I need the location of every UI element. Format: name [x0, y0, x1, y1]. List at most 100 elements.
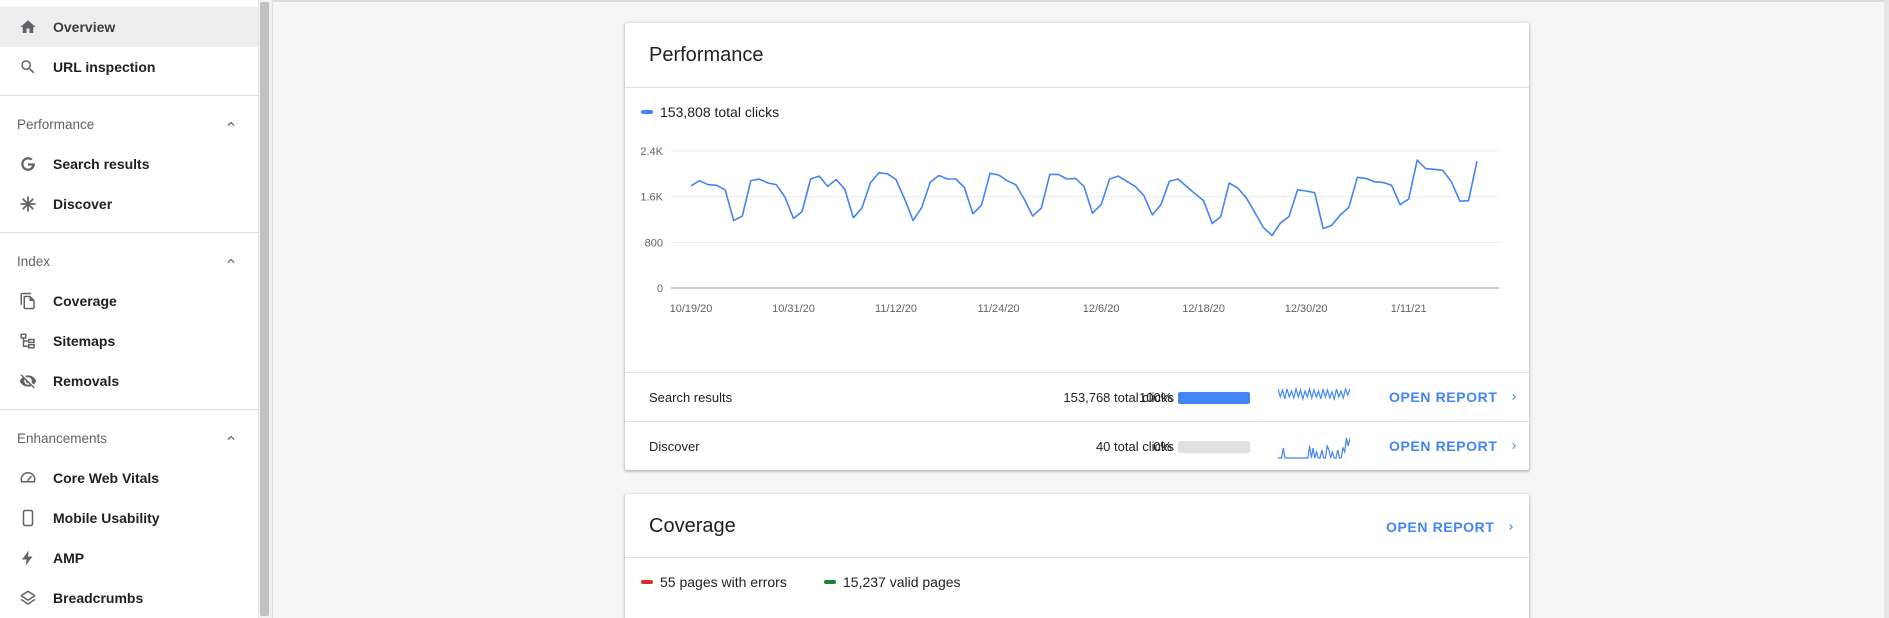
y-tick-label: 800 [645, 237, 663, 249]
open-report-label: OPEN REPORT [1386, 519, 1495, 535]
legend-label: 55 pages with errors [660, 574, 787, 590]
chevron-right-icon [1508, 524, 1513, 530]
main-left-border [272, 0, 273, 618]
section-header-index[interactable]: Index [0, 241, 258, 281]
clicks-line-chart: 0 800 1.6K 2.4K 10/19/20 10/31/20 11/12/20 11/2… [640, 146, 1499, 315]
section-title: Performance [17, 116, 95, 132]
open-report-discover-button[interactable]: OPEN REPORT [1389, 438, 1520, 454]
section-title: Enhancements [17, 430, 108, 446]
chevron-up-icon [227, 435, 235, 440]
sidebar-item-label: Sitemaps [53, 333, 116, 349]
open-report-search-results-button[interactable]: OPEN REPORT [1389, 389, 1520, 405]
table-row-discover: Discover 40 total clicks 0% OPEN REPORT [625, 422, 1529, 471]
sidebar-item-label: Core Web Vitals [53, 470, 160, 486]
row-percent: 100% [1139, 390, 1173, 405]
row-name: Search results [649, 390, 733, 405]
x-tick-label: 1/11/21 [1391, 303, 1427, 315]
sidebar-top-spacer [0, 0, 258, 7]
sidebar-item-amp[interactable]: AMP [0, 538, 258, 578]
chevron-up-icon [227, 258, 235, 263]
sparkline-search-results [1278, 386, 1350, 402]
sidebar-item-coverage[interactable]: Coverage [0, 281, 258, 321]
y-tick-label: 0 [657, 283, 663, 295]
asterisk-icon [18, 194, 38, 214]
coverage-legend-errors[interactable]: 55 pages with errors [641, 574, 787, 590]
sidebar: Overview URL inspection Performance Sear… [0, 0, 258, 618]
share-bar [1178, 441, 1250, 453]
performance-legend: 153,808 total clicks [641, 104, 779, 120]
sidebar-item-label: Search results [53, 156, 150, 172]
card-divider [625, 87, 1529, 88]
home-icon [18, 17, 38, 37]
open-report-coverage-button[interactable]: OPEN REPORT [1386, 519, 1517, 535]
sidebar-item-label: Overview [53, 19, 116, 35]
google-g-icon [18, 154, 38, 174]
sidebar-item-discover[interactable]: Discover [0, 184, 258, 224]
x-tick-label: 10/31/20 [772, 303, 815, 315]
open-report-label: OPEN REPORT [1389, 438, 1498, 454]
sparkline-discover [1278, 437, 1350, 459]
card-divider [625, 557, 1529, 558]
sidebar-item-label: Discover [53, 196, 113, 212]
sidebar-item-label: AMP [53, 550, 85, 566]
section-title: Index [17, 253, 51, 269]
section-header-performance[interactable]: Performance [0, 104, 258, 144]
legend-label: 153,808 total clicks [660, 104, 780, 120]
open-report-label: OPEN REPORT [1389, 389, 1498, 405]
row-percent: 0% [1153, 439, 1172, 454]
x-tick-label: 11/24/20 [978, 303, 1020, 315]
sidebar-item-label: Mobile Usability [53, 510, 160, 526]
row-name: Discover [649, 439, 700, 454]
eye-off-icon [18, 371, 38, 391]
table-row-search-results: Search results 153,768 total clicks 100%… [625, 373, 1529, 422]
sidebar-item-core-web-vitals[interactable]: Core Web Vitals [0, 458, 258, 498]
sidebar-item-removals[interactable]: Removals [0, 361, 258, 401]
sidebar-scrollbar-thumb[interactable] [260, 2, 269, 616]
sidebar-item-search-results[interactable]: Search results [0, 144, 258, 184]
sparkline-path [1278, 437, 1350, 459]
legend-swatch [641, 110, 653, 114]
gauge-icon [18, 468, 38, 488]
sidebar-item-mobile-usability[interactable]: Mobile Usability [0, 498, 258, 538]
chevron-up-icon [227, 121, 235, 126]
y-tick-label: 1.6K [640, 192, 663, 204]
sidebar-divider [0, 409, 258, 410]
coverage-legend-valid[interactable]: 15,237 valid pages [824, 574, 961, 590]
share-bar [1178, 392, 1250, 404]
x-tick-label: 10/19/20 [670, 303, 713, 315]
sidebar-item-label: Removals [53, 373, 120, 389]
coverage-card: Coverage OPEN REPORT 55 pages with error… [625, 494, 1529, 618]
sparkline-path [1278, 386, 1350, 402]
sidebar-item-overview[interactable]: Overview [0, 7, 258, 47]
sidebar-divider [0, 95, 258, 96]
pages-icon [18, 291, 38, 311]
bolt-icon [18, 548, 38, 568]
layers-icon [18, 588, 38, 608]
performance-card: Performance 153,808 total clicks 0 800 1.6… [625, 23, 1529, 470]
search-icon [18, 57, 38, 77]
legend-swatch-errors [641, 580, 653, 584]
sitemap-icon [18, 331, 38, 351]
x-tick-label: 12/30/20 [1285, 303, 1328, 315]
sidebar-item-sitemaps[interactable]: Sitemaps [0, 321, 258, 361]
y-tick-label: 2.4K [640, 146, 663, 158]
performance-title: Performance [649, 44, 764, 66]
legend-swatch-valid [824, 580, 836, 584]
sidebar-item-breadcrumbs[interactable]: Breadcrumbs [0, 578, 258, 618]
share-bar-fill [1178, 392, 1250, 404]
chevron-right-icon [1511, 443, 1516, 449]
phone-icon [18, 508, 38, 528]
top-border [273, 0, 1889, 2]
sidebar-item-label: Coverage [53, 293, 117, 309]
legend-label: 15,237 valid pages [843, 574, 961, 590]
section-header-enhancements[interactable]: Enhancements [0, 418, 258, 458]
x-tick-label: 11/12/20 [875, 303, 917, 315]
coverage-title: Coverage [649, 515, 736, 537]
sidebar-item-url-inspection[interactable]: URL inspection [0, 47, 258, 87]
main-scrollbar[interactable] [1884, 0, 1889, 618]
sidebar-divider [0, 232, 258, 233]
clicks-series-line [690, 159, 1478, 237]
sidebar-item-label: URL inspection [53, 59, 156, 75]
chevron-right-icon [1511, 394, 1516, 400]
x-tick-label: 12/6/20 [1083, 303, 1120, 315]
